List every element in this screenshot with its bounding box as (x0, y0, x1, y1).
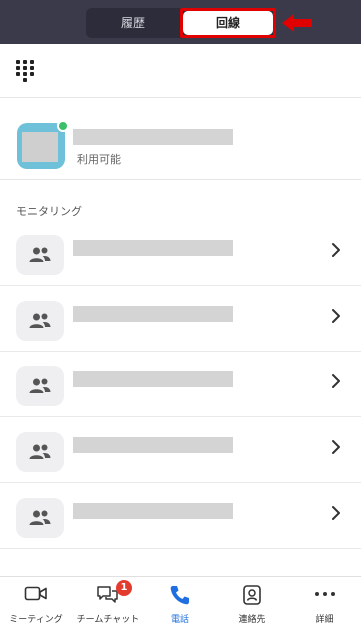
nav-label: 連絡先 (238, 615, 266, 625)
nav-contacts[interactable]: 連絡先 (216, 577, 288, 633)
chevron-right-icon (332, 243, 340, 257)
left-arrow-icon (282, 14, 312, 32)
chevron-right-icon (332, 309, 340, 323)
nav-label: チームチャット (76, 615, 140, 625)
avatar-redacted (22, 132, 58, 162)
section-title: モニタリング (16, 205, 82, 218)
group-icon (16, 498, 64, 538)
list-item[interactable] (0, 484, 361, 549)
more-dots-icon (314, 592, 335, 596)
nav-team-chat[interactable]: 1 チームチャット (72, 577, 144, 633)
toolbar (0, 44, 361, 98)
highlight-box (180, 8, 276, 38)
group-icon (16, 235, 64, 275)
list-item[interactable] (0, 352, 361, 417)
dialpad-icon[interactable] (15, 59, 35, 83)
chevron-right-icon (332, 506, 340, 520)
chevron-right-icon (332, 440, 340, 454)
redacted-name (73, 129, 233, 145)
tab-history[interactable]: 履歴 (88, 11, 178, 35)
bottom-nav: ミーティング 1 チームチャット 電話 連絡先 詳細 (0, 576, 361, 633)
list-item[interactable] (0, 221, 361, 286)
nav-meetings[interactable]: ミーティング (0, 577, 72, 633)
nav-more[interactable]: 詳細 (288, 577, 361, 633)
notification-badge: 1 (116, 580, 132, 596)
presence-indicator (57, 120, 69, 132)
nav-label: 電話 (170, 615, 189, 625)
group-icon (16, 432, 64, 472)
group-icon (16, 366, 64, 406)
top-bar: 履歴 回線 (0, 0, 361, 44)
group-icon (16, 301, 64, 341)
redacted-name (73, 371, 233, 387)
nav-label: 詳細 (315, 615, 334, 625)
video-camera-icon (24, 586, 47, 601)
chevron-right-icon (332, 374, 340, 388)
phone-icon (170, 586, 189, 605)
my-line-card[interactable]: 利用可能 (0, 98, 361, 180)
list-item[interactable] (0, 287, 361, 352)
nav-label: ミーティング (9, 615, 63, 625)
redacted-name (73, 503, 233, 519)
redacted-name (73, 240, 233, 256)
nav-phone[interactable]: 電話 (144, 577, 216, 633)
status-text: 利用可能 (77, 153, 121, 166)
redacted-name (73, 306, 233, 322)
list-item[interactable] (0, 418, 361, 483)
contact-icon (243, 585, 261, 605)
redacted-name (73, 437, 233, 453)
